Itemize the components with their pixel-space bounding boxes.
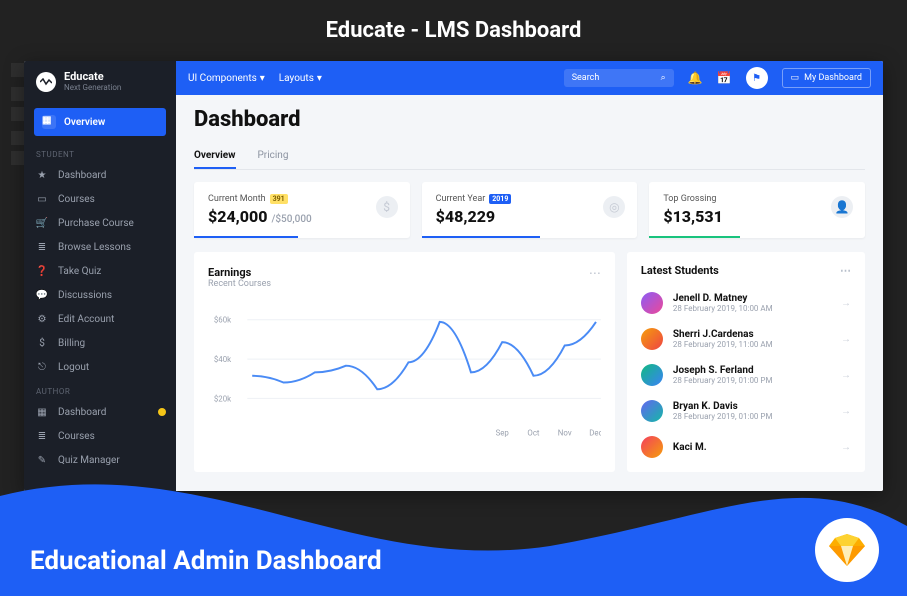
arrow-right-icon: → xyxy=(841,334,851,345)
tabs: Overview Pricing xyxy=(194,144,865,170)
brand: Educate Next Generation xyxy=(24,61,176,102)
student-row[interactable]: Sherri J.Cardenas28 February 2019, 11:00… xyxy=(627,321,865,357)
sidebar-item-lessons[interactable]: ≣Browse Lessons xyxy=(24,235,176,259)
promo-footer: Educational Admin Dashboard xyxy=(30,546,382,576)
sidebar-section-student: STUDENT xyxy=(24,142,176,163)
arrow-right-icon: → xyxy=(841,406,851,417)
avatar xyxy=(641,364,663,386)
topbar-ui-components[interactable]: UI Components▾ xyxy=(188,73,265,84)
logout-icon: ⎋ xyxy=(36,361,48,373)
year-badge: 2019 xyxy=(489,194,511,204)
student-row[interactable]: Bryan K. Davis28 February 2019, 01:00 PM… xyxy=(627,393,865,429)
sidebar-item-billing[interactable]: $Billing xyxy=(24,331,176,355)
help-icon: ❓ xyxy=(36,265,48,277)
more-icon[interactable]: ⋯ xyxy=(840,264,851,277)
layout-icon: ▦ xyxy=(42,115,56,129)
student-date: 28 February 2019, 01:00 PM xyxy=(673,376,773,385)
calendar-icon[interactable]: 📅 xyxy=(717,71,732,85)
card-current-year: Current Year 2019 $48,229 ◎ xyxy=(422,182,638,238)
star-icon: ★ xyxy=(36,169,48,181)
my-dashboard-button[interactable]: ▭My Dashboard xyxy=(782,68,871,88)
student-date: 28 February 2019, 10:00 AM xyxy=(673,304,773,313)
arrow-right-icon: → xyxy=(841,370,851,381)
brand-name: Educate xyxy=(64,71,121,83)
search-input[interactable]: Search⌕ xyxy=(564,69,674,87)
gear-icon: ⚙ xyxy=(36,313,48,325)
student-row[interactable]: Jenell D. Matney28 February 2019, 10:00 … xyxy=(627,285,865,321)
card-top-grossing: Top Grossing $13,531 👤 xyxy=(649,182,865,238)
student-name: Jenell D. Matney xyxy=(673,293,773,304)
sidebar-item-dashboard[interactable]: ★Dashboard xyxy=(24,163,176,187)
app-frame: Educate Next Generation ▦ Overview STUDE… xyxy=(24,61,883,491)
student-name: Bryan K. Davis xyxy=(673,401,773,412)
sidebar-item-discussions[interactable]: 💬Discussions xyxy=(24,283,176,307)
students-title: Latest Students xyxy=(641,264,719,277)
student-name: Sherri J.Cardenas xyxy=(673,329,773,340)
sidebar-section-author: AUTHOR xyxy=(24,379,176,400)
student-name: Joseph S. Ferland xyxy=(673,365,773,376)
progress-bar xyxy=(422,236,541,238)
sidebar-item-purchase[interactable]: 🛒Purchase Course xyxy=(24,211,176,235)
svg-text:$60k: $60k xyxy=(214,316,231,325)
notification-badge xyxy=(158,408,166,416)
tab-pricing[interactable]: Pricing xyxy=(258,144,289,169)
sidebar-item-quiz[interactable]: ❓Take Quiz xyxy=(24,259,176,283)
student-date: 28 February 2019, 11:00 AM xyxy=(673,340,773,349)
sidebar-item-account[interactable]: ⚙Edit Account xyxy=(24,307,176,331)
progress-bar xyxy=(194,236,298,238)
cart-icon: 🛒 xyxy=(36,217,48,229)
list-icon: ≣ xyxy=(36,241,48,253)
arrow-right-icon: → xyxy=(841,298,851,309)
sidebar-item-author-dashboard[interactable]: ▦Dashboard xyxy=(24,400,176,424)
sidebar-item-courses[interactable]: ▭Courses xyxy=(24,187,176,211)
avatar xyxy=(641,292,663,314)
svg-text:$20k: $20k xyxy=(214,394,231,403)
student-date: 28 February 2019, 01:00 PM xyxy=(673,412,773,421)
search-icon: ⌕ xyxy=(661,73,666,83)
flag-button[interactable]: ⚑ xyxy=(746,67,768,89)
chart-svg: $60k $40k $20k SepOctNovDec xyxy=(208,289,601,439)
chevron-down-icon: ▾ xyxy=(260,73,265,84)
tab-overview[interactable]: Overview xyxy=(194,144,236,169)
main: UI Components▾ Layouts▾ Search⌕ 🔔 📅 ⚑ ▭M… xyxy=(176,61,883,491)
topbar-layouts[interactable]: Layouts▾ xyxy=(279,73,322,84)
bell-icon[interactable]: 🔔 xyxy=(688,71,703,85)
brand-logo-icon xyxy=(36,72,56,92)
page-title: Dashboard xyxy=(194,107,865,132)
svg-text:$40k: $40k xyxy=(214,355,231,364)
chat-icon: 💬 xyxy=(36,289,48,301)
flag-icon: ⚑ xyxy=(752,73,761,84)
avatar xyxy=(641,400,663,422)
topbar: UI Components▾ Layouts▾ Search⌕ 🔔 📅 ⚑ ▭M… xyxy=(176,61,883,95)
month-badge: 391 xyxy=(270,194,288,204)
laptop-icon: ▭ xyxy=(791,73,800,83)
sidebar-item-overview[interactable]: ▦ Overview xyxy=(34,108,166,136)
sidebar-item-logout[interactable]: ⎋Logout xyxy=(24,355,176,379)
chevron-down-icon: ▾ xyxy=(317,73,322,84)
progress-bar xyxy=(649,236,740,238)
more-icon[interactable]: ⋯ xyxy=(589,266,601,280)
card-current-month: Current Month 391 $24,000 /$50,000 $ xyxy=(194,182,410,238)
grid-icon: ▦ xyxy=(36,406,48,418)
student-row[interactable]: Joseph S. Ferland28 February 2019, 01:00… xyxy=(627,357,865,393)
promo-title: Educate - LMS Dashboard xyxy=(24,18,883,43)
card-icon: ▭ xyxy=(36,193,48,205)
avatar xyxy=(641,328,663,350)
user-icon: 👤 xyxy=(831,196,853,218)
sidebar-active-label: Overview xyxy=(64,117,105,128)
sketch-badge-icon xyxy=(815,518,879,582)
dollar-icon: $ xyxy=(36,337,48,349)
sidebar: Educate Next Generation ▦ Overview STUDE… xyxy=(24,61,176,491)
dollar-icon: $ xyxy=(376,196,398,218)
brand-sub: Next Generation xyxy=(64,83,121,92)
